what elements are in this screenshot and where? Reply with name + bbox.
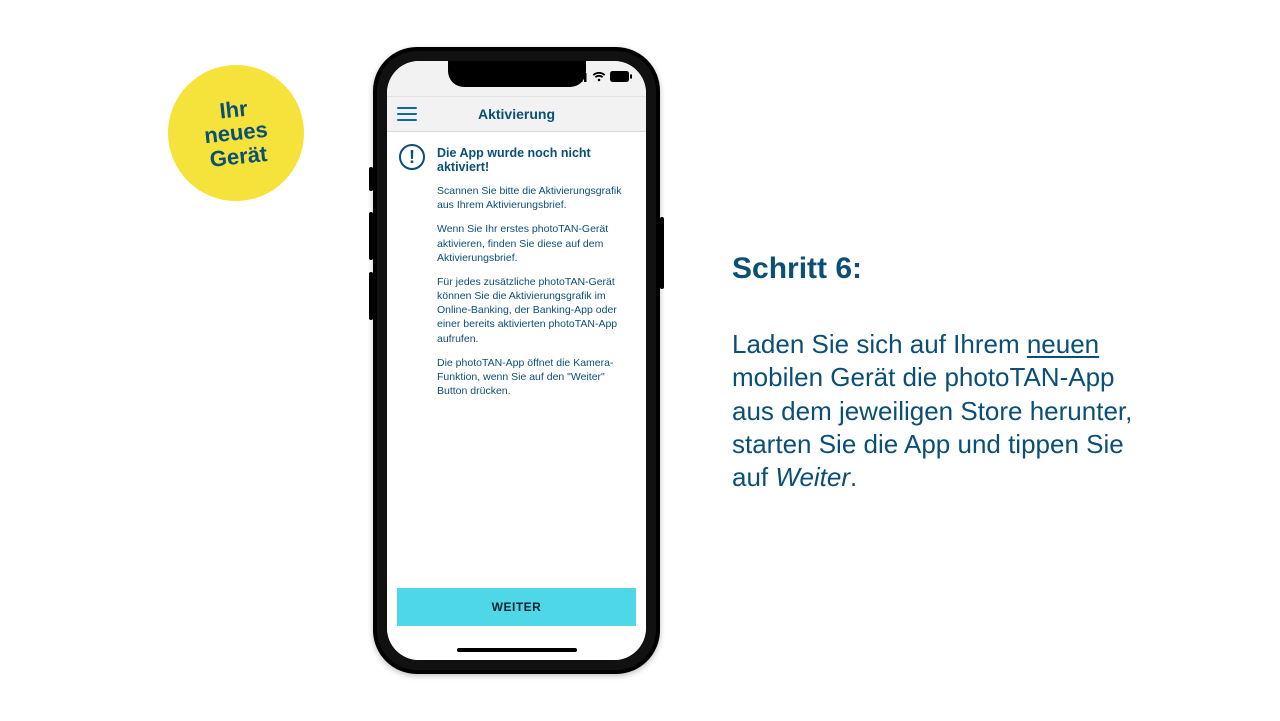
step-heading: Schritt 6:: [732, 252, 1152, 286]
alert-paragraph: Für jedes zusätzliche photoTAN-Gerät kön…: [437, 275, 630, 346]
phone-side-button: [369, 167, 373, 191]
continue-button-label: WEITER: [492, 600, 542, 614]
step-body-italic: Weiter: [775, 462, 850, 492]
phone-screen: Aktivierung ! Die App wurde noch nicht a…: [387, 61, 646, 660]
wifi-icon: [592, 72, 606, 82]
continue-button[interactable]: WEITER: [397, 588, 636, 626]
sticker-line-3: Gerät: [209, 140, 269, 171]
phone-side-button: [369, 272, 373, 320]
alert-paragraph: Die photoTAN-App öffnet die Kamera-Funkt…: [437, 356, 630, 399]
phone-side-button: [369, 212, 373, 260]
instruction-column: Schritt 6: Laden Sie sich auf Ihrem neue…: [732, 252, 1152, 494]
alert-title: Die App wurde noch nicht aktiviert!: [437, 146, 630, 174]
phone-notch: [448, 61, 586, 87]
battery-icon: [610, 71, 632, 82]
app-body: ! Die App wurde noch nicht aktiviert! Sc…: [387, 132, 646, 660]
menu-icon[interactable]: [397, 107, 417, 121]
sticker-text: Ihr neues Gerät: [201, 95, 271, 171]
app-header: Aktivierung: [387, 97, 646, 132]
step-body-part: Laden Sie sich auf Ihrem: [732, 329, 1027, 359]
phone-side-button: [660, 217, 664, 289]
sticker-new-device: Ihr neues Gerät: [161, 58, 310, 207]
app-header-title: Aktivierung: [478, 106, 555, 122]
phone-mockup: Aktivierung ! Die App wurde noch nicht a…: [373, 47, 660, 674]
home-indicator: [457, 648, 577, 652]
step-body-underlined: neuen: [1027, 329, 1099, 359]
warning-icon-glyph: !: [409, 148, 415, 166]
step-body-part: .: [850, 462, 857, 492]
alert-paragraph: Scannen Sie bitte die Aktivierungsgrafik…: [437, 184, 630, 212]
step-body: Laden Sie sich auf Ihrem neuen mobilen G…: [732, 328, 1152, 494]
activation-alert: ! Die App wurde noch nicht aktiviert! Sc…: [387, 132, 646, 418]
alert-paragraph: Wenn Sie Ihr erstes photoTAN-Gerät aktiv…: [437, 222, 630, 265]
stage: Ihr neues Gerät: [0, 0, 1280, 721]
warning-icon: !: [399, 144, 425, 170]
